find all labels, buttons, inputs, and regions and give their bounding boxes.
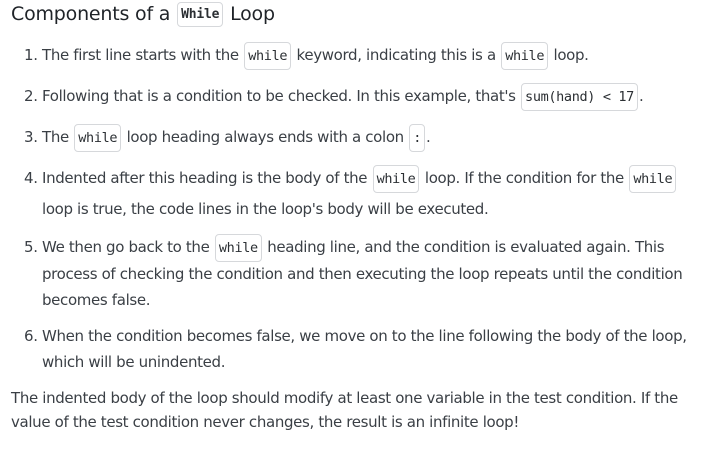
step-text: keyword, indicating this is a: [292, 46, 501, 64]
inline-code-while: while: [74, 124, 122, 152]
inline-code-while: while: [214, 234, 262, 262]
step-text: Following that is a condition to be chec…: [42, 87, 521, 105]
list-item-4: 4. Indented after this heading is the bod…: [11, 163, 701, 224]
list-number: 2.: [24, 87, 38, 105]
step-text: The: [42, 128, 74, 146]
components-list: 1. The first line starts with the while k…: [11, 40, 701, 385]
inline-code-while: while: [501, 42, 549, 70]
title-prefix: Components of a: [11, 3, 171, 25]
step-text: loop. If the condition for the: [420, 169, 629, 187]
list-number: 3.: [24, 128, 38, 146]
step-text: Indented after this heading is the body …: [42, 169, 372, 187]
step-text: .: [638, 87, 644, 105]
step-text: The first line starts with the: [42, 46, 244, 64]
list-number: 5.: [24, 238, 38, 256]
inline-code-while: while: [244, 42, 292, 70]
list-item-3: 3. The while loop heading always ends wit…: [11, 122, 701, 153]
step-text: When the condition becomes false, we mov…: [42, 327, 687, 371]
list-number: 4.: [24, 169, 38, 187]
list-item-6: 6. When the condition becomes false, we m…: [11, 323, 701, 375]
list-item-1: 1. The first line starts with the while k…: [11, 40, 701, 71]
list-number: 6.: [24, 327, 38, 345]
title-code-while: While: [177, 2, 224, 27]
step-text: We then go back to the: [42, 238, 214, 256]
step-text: loop is true, the code lines in the loop…: [42, 200, 489, 218]
inline-code-while: while: [372, 165, 420, 193]
inline-code-condition: sum(hand) < 17: [521, 83, 638, 111]
inline-code-colon: :: [409, 124, 426, 152]
title-suffix: Loop: [230, 3, 275, 25]
summary-paragraph: The indented body of the loop should mod…: [11, 389, 678, 431]
step-text: loop heading always ends with a colon: [122, 128, 409, 146]
step-text: .: [426, 128, 431, 146]
inline-code-while: while: [629, 165, 677, 193]
list-item-5: 5. We then go back to the while heading l…: [11, 234, 701, 313]
step-text: loop.: [549, 46, 589, 64]
list-number: 1.: [24, 46, 38, 64]
list-item-2: 2. Following that is a condition to be ch…: [11, 81, 701, 112]
page-title: Components of a While Loop: [11, 2, 275, 27]
